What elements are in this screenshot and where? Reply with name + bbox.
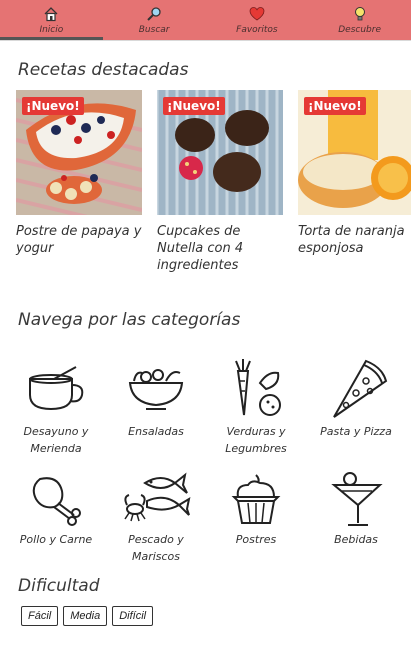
category-pollo[interactable]: Pollo y Carne	[6, 471, 106, 548]
category-label: Bebidas	[334, 533, 378, 546]
cocktail-icon	[331, 472, 383, 526]
category-label: Postres	[235, 533, 277, 546]
category-pasta[interactable]: Pasta y Pizza	[306, 357, 406, 440]
tab-label: Favoritos	[236, 25, 278, 35]
tab-label: Descubre	[338, 25, 381, 35]
home-icon	[42, 5, 60, 23]
recipe-card[interactable]: ¡Nuevo! Postre de papaya y yogur	[16, 90, 142, 257]
category-ensaladas[interactable]: Ensaladas	[106, 357, 206, 440]
difficulty-chip-dificil[interactable]: Difícil	[112, 606, 154, 626]
cupcake-icon	[231, 474, 281, 524]
tab-inicio[interactable]: Inicio	[0, 0, 103, 40]
new-badge: ¡Nuevo!	[304, 97, 366, 115]
salad-bowl-icon	[128, 369, 184, 410]
featured-title: Recetas destacadas	[18, 60, 189, 80]
category-label: Verduras y Legumbres	[225, 425, 287, 455]
category-verduras[interactable]: Verduras y Legumbres	[206, 357, 306, 457]
tab-descubre[interactable]: Descubre	[308, 0, 411, 40]
recipe-name: Torta de naranja esponjosa	[298, 224, 405, 256]
recipe-image: ¡Nuevo!	[298, 90, 411, 215]
difficulty-title: Dificultad	[18, 576, 100, 596]
tab-buscar[interactable]: Buscar	[103, 0, 206, 40]
category-label: Pescado y Mariscos	[128, 533, 184, 563]
recipe-image: ¡Nuevo!	[157, 90, 283, 215]
new-badge: ¡Nuevo!	[22, 97, 84, 115]
divider	[0, 40, 411, 41]
difficulty-chip-facil[interactable]: Fácil	[21, 606, 59, 626]
heart-icon	[248, 5, 266, 23]
category-label: Ensaladas	[128, 425, 184, 438]
category-desayuno[interactable]: Desayuno y Merienda	[6, 357, 106, 457]
category-bebidas[interactable]: Bebidas	[306, 471, 406, 548]
categories-title: Navega por las categorías	[18, 310, 241, 330]
new-badge: ¡Nuevo!	[163, 97, 225, 115]
lightbulb-icon	[351, 5, 369, 23]
pizza-slice-icon	[333, 359, 388, 418]
chicken-leg-icon	[32, 477, 81, 526]
fish-icon	[124, 472, 191, 522]
vegetables-icon	[235, 359, 281, 416]
search-icon	[145, 5, 163, 23]
top-tab-bar: Inicio Buscar Favoritos Descubre	[0, 0, 411, 40]
category-postres[interactable]: Postres	[206, 471, 306, 548]
recipe-name: Cupcakes de Nutella con 4 ingredientes	[157, 224, 244, 273]
tab-label: Buscar	[138, 25, 170, 35]
recipe-image: ¡Nuevo!	[16, 90, 142, 215]
cup-icon	[29, 366, 84, 411]
recipe-card[interactable]: ¡Nuevo! Cupcakes de Nutella con 4 ingred…	[157, 90, 283, 274]
difficulty-options: Fácil Media Difícil	[21, 606, 154, 626]
category-label: Desayuno y Merienda	[23, 425, 89, 455]
category-label: Pollo y Carne	[19, 533, 93, 546]
recipe-card[interactable]: ¡Nuevo! Torta de naranja esponjosa	[298, 90, 411, 257]
tab-label: Inicio	[39, 25, 64, 35]
tab-favoritos[interactable]: Favoritos	[206, 0, 309, 40]
category-pescado[interactable]: Pescado y Mariscos	[106, 471, 206, 565]
category-label: Pasta y Pizza	[320, 425, 392, 438]
recipe-name: Postre de papaya y yogur	[16, 224, 142, 256]
difficulty-chip-media[interactable]: Media	[63, 606, 108, 626]
